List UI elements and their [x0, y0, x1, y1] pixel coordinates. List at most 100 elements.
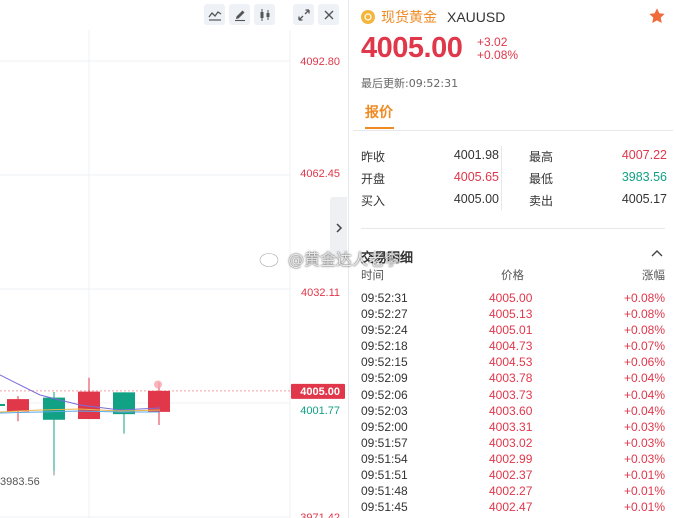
collapse-panel-button[interactable] — [330, 197, 347, 259]
trade-price: 4005.13 — [489, 307, 533, 322]
quote-row: 开盘 4005.65 最低 3983.56 — [361, 168, 667, 190]
live-price-dot — [154, 380, 162, 389]
quote-label: 买入 — [361, 194, 386, 208]
tab-quote[interactable]: 报价 — [365, 102, 393, 122]
favorite-star-icon[interactable] — [648, 7, 666, 25]
trade-change: +0.03% — [623, 435, 665, 450]
header-time: 时间 — [361, 268, 384, 282]
trade-price: 4004.73 — [489, 339, 533, 354]
tab-divider — [353, 130, 673, 131]
quote-row: 买入 4005.00 卖出 4005.17 — [361, 190, 667, 212]
quote-row: 昨收 4001.98 最高 4007.22 — [361, 146, 667, 168]
trades-list[interactable]: 09:52:31 4005.00 +0.08% 09:52:27 4005.13 +0.0… — [361, 290, 665, 515]
trade-row: 09:52:24 4005.01 +0.08% — [361, 322, 665, 338]
quote-grid: 昨收 4001.98 最高 4007.22 开盘 4005.65 最低 3983.56 买入 40… — [361, 146, 667, 212]
trade-price: 4003.31 — [489, 419, 533, 434]
trade-time: 09:52:15 — [361, 355, 408, 370]
close-icon — [324, 10, 333, 19]
trade-price: 4003.02 — [489, 435, 533, 450]
trade-change: +0.07% — [623, 339, 665, 354]
trades-title: 交易明细 — [361, 251, 414, 266]
chevron-up-icon[interactable] — [650, 248, 664, 258]
trade-change: +0.01% — [623, 500, 665, 515]
expand-button[interactable] — [293, 4, 314, 25]
low-marker-label: 3983.56 — [0, 476, 40, 488]
line-chart-button[interactable] — [204, 4, 225, 25]
trade-change: +0.03% — [623, 451, 665, 466]
expand-icon — [297, 8, 310, 21]
header-change: 涨幅 — [642, 268, 665, 282]
quote-label: 最高 — [529, 150, 554, 164]
instrument-symbol: XAUUSD — [447, 9, 506, 25]
trade-time: 09:52:24 — [361, 323, 408, 338]
quote-label: 开盘 — [361, 172, 386, 186]
trade-row: 09:51:48 4002.27 +0.01% — [361, 483, 665, 499]
trade-time: 09:51:51 — [361, 468, 408, 483]
trade-change: +0.08% — [623, 307, 665, 322]
trade-price: 4002.99 — [489, 451, 533, 466]
quote-value: 4007.22 — [621, 148, 667, 162]
trade-row: 09:52:27 4005.13 +0.08% — [361, 306, 665, 322]
candlestick-chart[interactable]: 4092.80 4062.45 4032.11 4001.77 3971.42 4005.… — [0, 0, 347, 518]
trade-price: 4004.53 — [489, 355, 533, 370]
trade-row: 09:52:18 4004.73 +0.07% — [361, 338, 665, 354]
quote-value: 4005.65 — [453, 170, 499, 184]
gold-coin-icon — [361, 10, 375, 24]
trade-time: 09:51:48 — [361, 484, 408, 499]
chevron-right-icon — [335, 223, 342, 233]
quote-value: 4005.17 — [621, 192, 667, 206]
close-chart-button[interactable] — [318, 4, 339, 25]
trade-row: 09:52:06 4003.73 +0.04% — [361, 387, 665, 403]
trade-price: 4003.60 — [489, 403, 533, 418]
trade-change: +0.06% — [623, 355, 665, 370]
trade-time: 09:52:09 — [361, 371, 408, 386]
trade-time: 09:52:06 — [361, 387, 408, 402]
trade-change: +0.04% — [623, 387, 665, 402]
candlestick-button[interactable] — [254, 4, 275, 25]
price-axis-label: 4062.45 — [300, 168, 340, 180]
price-axis-label: 4032.11 — [301, 287, 340, 299]
pen-button[interactable] — [229, 4, 250, 25]
trade-time: 09:52:03 — [361, 403, 408, 418]
trade-change: +0.04% — [623, 371, 665, 386]
trade-price: 4002.27 — [489, 484, 533, 499]
trade-time: 09:51:45 — [361, 500, 408, 515]
line-chart-icon — [207, 10, 221, 21]
tab-underline — [365, 127, 394, 129]
change-percent: +0.08% — [477, 48, 519, 62]
quote-value: 4001.98 — [453, 148, 499, 162]
chart-toolbar — [204, 4, 339, 25]
price-axis-label: 4001.77 — [300, 405, 340, 417]
trade-change: +0.08% — [623, 323, 665, 338]
trade-price: 4002.47 — [489, 500, 533, 515]
trade-time: 09:52:31 — [361, 291, 408, 305]
trade-change: +0.08% — [623, 291, 665, 305]
candlestick-icon — [260, 8, 269, 21]
header-price: 价格 — [501, 268, 524, 282]
trade-price: 4002.37 — [489, 468, 533, 483]
price-axis-label: 3971.42 — [300, 512, 340, 518]
trade-row: 09:52:00 4003.31 +0.03% — [361, 419, 665, 435]
trade-change: +0.04% — [623, 403, 665, 418]
trade-row: 09:52:31 4005.00 +0.08% — [361, 290, 665, 306]
trade-row: 09:51:45 4002.47 +0.01% — [361, 499, 665, 515]
trade-price: 4003.73 — [489, 387, 533, 402]
trade-row: 09:52:03 4003.60 +0.04% — [361, 403, 665, 419]
chart-panel[interactable]: 4092.80 4062.45 4032.11 4001.77 3971.42 4005.… — [0, 0, 347, 518]
current-price-tag-label: 4005.00 — [300, 386, 340, 398]
trade-change: +0.01% — [623, 468, 665, 483]
section-divider — [361, 228, 665, 229]
quote-panel: 现货黄金 XAUUSD 4005.00 +3.02 +0.08% 最后更新:09… — [348, 0, 676, 518]
quote-column-divider — [501, 146, 502, 210]
trade-price: 4005.01 — [489, 323, 533, 338]
trade-time: 09:52:18 — [361, 339, 408, 354]
quote-label: 昨收 — [361, 150, 386, 164]
quote-value: 3983.56 — [621, 170, 667, 184]
trade-time: 09:52:27 — [361, 307, 408, 322]
price-change: +3.02 +0.08% — [477, 36, 518, 62]
trades-header: 时间 价格 涨幅 — [361, 267, 665, 283]
trade-time: 09:51:57 — [361, 435, 408, 450]
candle-body — [7, 399, 29, 412]
trade-row: 09:52:09 4003.78 +0.04% — [361, 370, 665, 386]
